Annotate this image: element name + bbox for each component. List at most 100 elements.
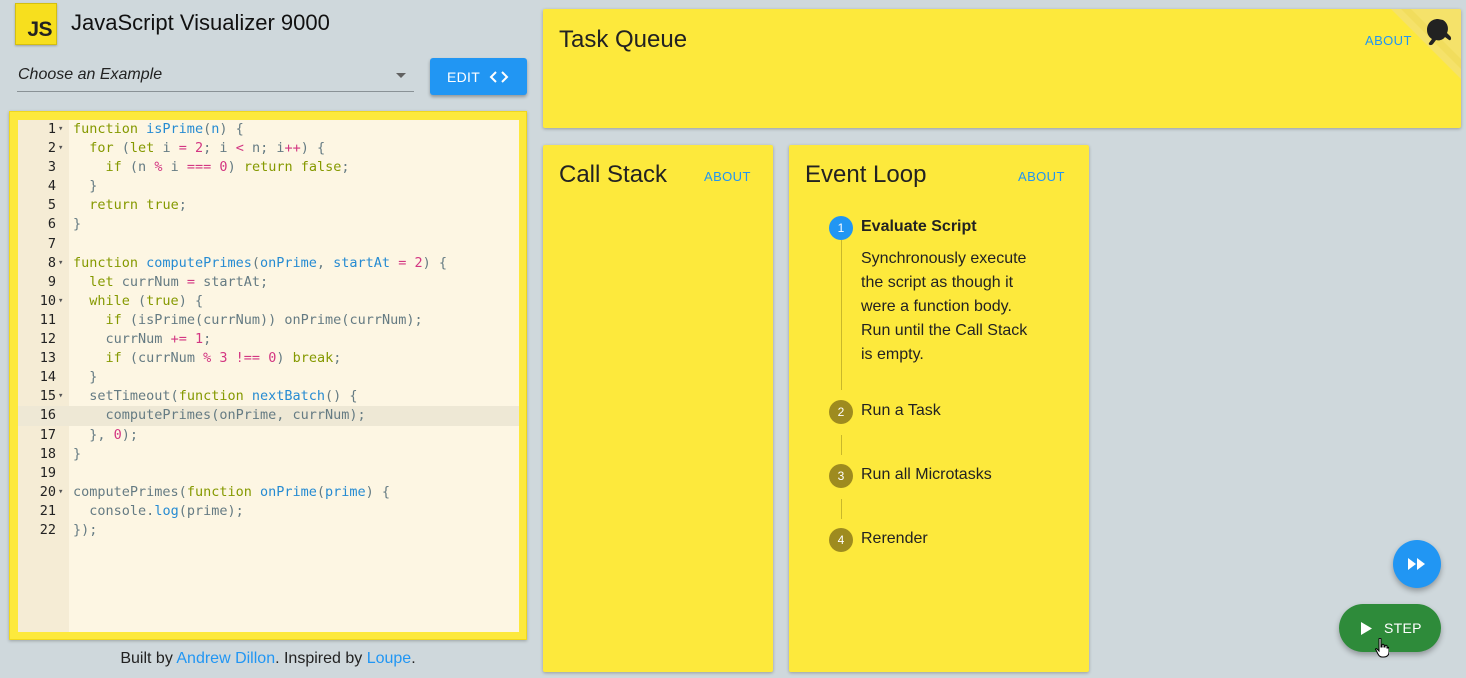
github-octocat-icon[interactable] [1391, 9, 1461, 79]
stepper-connector [841, 240, 842, 390]
code-line: 12 currNum += 1; [18, 330, 519, 349]
line-number: 7 [47, 235, 56, 252]
line-number: 10 [39, 292, 56, 309]
app-title: JavaScript Visualizer 9000 [71, 10, 330, 35]
play-icon [1361, 621, 1372, 635]
fold-toggle-icon[interactable]: ▾ [58, 254, 63, 273]
task-queue-title: Task Queue [559, 26, 688, 53]
call-stack-panel: Call Stack ABOUT [543, 145, 773, 672]
edit-button[interactable]: EDIT [430, 58, 527, 95]
code-line: 16 computePrimes(onPrime, currNum); [18, 406, 519, 426]
code-line: 11 if (isPrime(currNum)) onPrime(currNum… [18, 311, 519, 330]
line-number: 16 [39, 407, 56, 424]
fold-toggle-icon[interactable]: ▾ [58, 120, 63, 139]
line-number: 1 [47, 121, 56, 137]
code-line: 8 ▾ function computePrimes(onPrime, startA… [18, 254, 519, 273]
code-line: 1 ▾ function isPrime(n) { [18, 120, 519, 139]
fold-toggle-icon[interactable]: ▾ [58, 139, 63, 158]
line-number: 12 [39, 331, 56, 348]
code-lines: 1 ▾ function isPrime(n) {2 ▾ for (let i = 2… [18, 120, 519, 540]
step-3-number: 3 [829, 464, 853, 488]
example-select-value: Choose an Example [18, 66, 163, 83]
step-1-description: Synchronously execute the script as thou… [861, 247, 1051, 367]
line-number: 17 [39, 426, 56, 443]
line-number: 6 [47, 216, 56, 233]
step-1-description-line: Synchronously execute [861, 250, 1027, 267]
step-1-description-line: were a function body. [861, 298, 1012, 315]
stepper-connector [841, 499, 842, 519]
step-1-description-line: is empty. [861, 346, 924, 363]
line-number: 9 [47, 273, 56, 290]
code-line: 18} [18, 445, 519, 464]
code-editor[interactable]: 1 ▾ function isPrime(n) {2 ▾ for (let i = 2… [18, 120, 519, 632]
fold-toggle-icon[interactable]: ▾ [58, 483, 63, 502]
step-2-label: Run a Task [861, 402, 941, 419]
step-4-label: Rerender [861, 530, 928, 547]
code-line: 14 } [18, 368, 519, 387]
code-text: while (true) { [89, 292, 204, 309]
fast-forward-button[interactable] [1393, 540, 1441, 588]
code-text: } [73, 178, 98, 195]
line-number: 11 [39, 311, 56, 328]
code-text: if (isPrime(currNum)) onPrime(currNum); [105, 311, 423, 328]
code-text: return true; [89, 197, 187, 214]
step-4-number: 4 [829, 528, 853, 552]
author-link[interactable]: Andrew Dillon [176, 650, 275, 667]
line-number: 2 [47, 140, 56, 157]
code-line: 13 if (currNum % 3 !== 0) break; [18, 349, 519, 368]
line-number: 19 [39, 464, 56, 481]
line-number: 13 [39, 350, 56, 367]
line-number: 5 [47, 197, 56, 214]
code-line: 17 }, 0); [18, 426, 519, 445]
step-3-label: Run all Microtasks [861, 466, 992, 483]
code-text: console.log(prime); [89, 502, 244, 519]
line-number: 20 [39, 483, 56, 500]
code-line: 10 ▾ while (true) { [18, 292, 519, 311]
fast-forward-icon [1408, 558, 1425, 570]
code-text: } [73, 216, 82, 233]
line-number: 8 [47, 254, 56, 271]
code-text: setTimeout(function nextBatch() { [89, 388, 358, 405]
event-loop-about-link[interactable]: ABOUT [1018, 169, 1065, 184]
step-button-label: STEP [1384, 620, 1422, 636]
code-line: 2 ▾ for (let i = 2; i < n; i++) { [18, 139, 519, 158]
step-1-number: 1 [829, 216, 853, 240]
code-line: 22}); [18, 521, 519, 540]
code-line: 9 let currNum = startAt; [18, 273, 519, 292]
example-select[interactable]: Choose an Example [17, 58, 414, 92]
code-line: 7 [18, 235, 519, 254]
fold-toggle-icon[interactable]: ▾ [58, 292, 63, 311]
call-stack-about-link[interactable]: ABOUT [704, 169, 751, 184]
code-text: let currNum = startAt; [89, 273, 269, 290]
dropdown-arrow-icon [396, 73, 406, 78]
step-1-label: Evaluate Script [861, 218, 977, 235]
step-1-description-line: Run until the Call Stack [861, 322, 1028, 339]
code-text: }, 0); [73, 426, 139, 443]
line-number: 4 [47, 178, 56, 195]
code-line: 6} [18, 215, 519, 234]
code-text: computePrimes(onPrime, currNum); [105, 407, 366, 424]
hand-pointer-icon [1375, 638, 1389, 658]
code-text: function isPrime(n) { [73, 121, 244, 137]
line-number: 14 [39, 369, 56, 386]
code-line: 21 console.log(prime); [18, 502, 519, 521]
loupe-link[interactable]: Loupe [367, 650, 412, 667]
code-text: } [73, 445, 82, 462]
js-logo: JS [15, 3, 57, 45]
logo-text: JS [27, 18, 52, 41]
call-stack-title: Call Stack [559, 161, 668, 188]
footer: Built by Andrew Dillon. Inspired by Loup… [9, 650, 527, 668]
code-line: 20 ▾ computePrimes(function onPrime(prime)… [18, 483, 519, 502]
code-text: computePrimes(function onPrime(prime) { [73, 483, 391, 500]
stepper-connector [841, 435, 842, 455]
code-text: for (let i = 2; i < n; i++) { [89, 140, 326, 157]
step-button[interactable]: STEP [1339, 604, 1441, 652]
code-line: 3 if (n % i === 0) return false; [18, 158, 519, 177]
code-text: function computePrimes(onPrime, startAt … [73, 254, 448, 271]
task-queue-panel: Task Queue ABOUT [543, 9, 1461, 128]
line-number: 22 [39, 521, 56, 538]
code-brackets-icon [489, 70, 509, 83]
event-loop-panel: Event Loop ABOUT 1 Evaluate Script Synch… [789, 145, 1089, 672]
fold-toggle-icon[interactable]: ▾ [58, 387, 63, 406]
code-text: currNum += 1; [105, 331, 212, 348]
